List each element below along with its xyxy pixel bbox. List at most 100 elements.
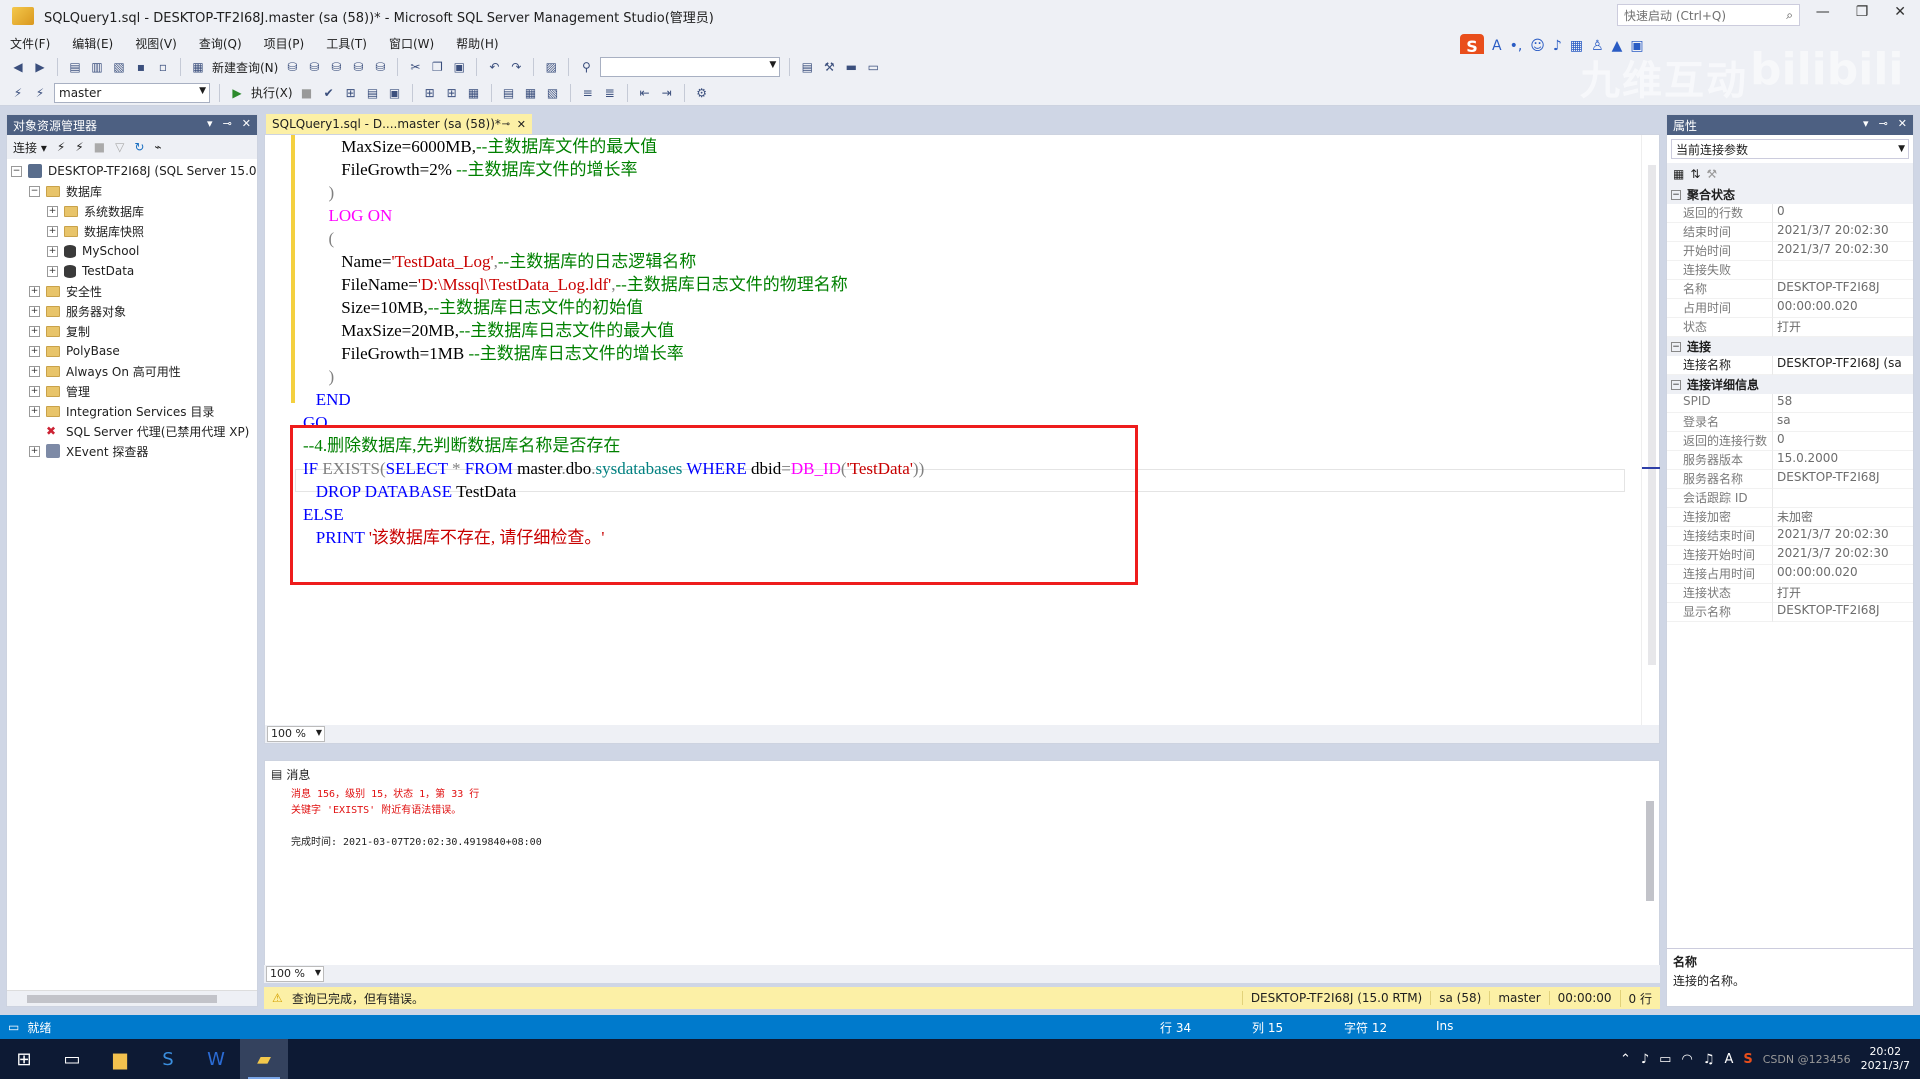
execute-button[interactable]: 执行(X) bbox=[251, 84, 293, 101]
tree-node-always-on[interactable]: + Always On 高可用性 bbox=[11, 361, 257, 381]
ime-grid-icon[interactable]: ▣ bbox=[1630, 38, 1643, 54]
dropdown-icon[interactable]: ▾ bbox=[1863, 117, 1869, 130]
tree-node-integration[interactable]: + Integration Services 目录 bbox=[11, 401, 257, 421]
category-aggregate-status[interactable]: − 聚合状态 bbox=[1667, 185, 1913, 204]
expand-icon[interactable]: + bbox=[47, 265, 58, 277]
save-icon[interactable]: ▪ bbox=[133, 59, 149, 75]
collapse-icon[interactable]: − bbox=[11, 165, 22, 177]
ime-mic-icon[interactable]: ♪ bbox=[1553, 38, 1562, 54]
estimated-plan-icon[interactable]: ⊞ bbox=[343, 85, 359, 101]
forward-icon[interactable]: ▶ bbox=[32, 59, 48, 75]
expand-icon[interactable]: + bbox=[47, 225, 58, 237]
close-icon[interactable]: ✕ bbox=[1898, 117, 1907, 130]
tree-node-server-objects[interactable]: + 服务器对象 bbox=[11, 301, 257, 321]
properties-icon[interactable]: ⚒ bbox=[821, 59, 837, 75]
expand-icon[interactable]: + bbox=[29, 445, 40, 457]
menu-help[interactable]: 帮助(H) bbox=[456, 35, 498, 52]
expand-icon[interactable]: + bbox=[47, 245, 58, 257]
tree-node-snapshots[interactable]: + 数据库快照 bbox=[11, 221, 257, 241]
tree-node-system-dbs[interactable]: + 系统数据库 bbox=[11, 201, 257, 221]
battery-icon[interactable]: ▭ bbox=[1659, 1052, 1671, 1067]
menu-view[interactable]: 视图(V) bbox=[135, 35, 177, 52]
scrollbar-thumb[interactable] bbox=[27, 995, 217, 1003]
results-file-icon[interactable]: ▧ bbox=[545, 85, 561, 101]
menu-window[interactable]: 窗口(W) bbox=[389, 35, 434, 52]
expand-icon[interactable]: + bbox=[29, 365, 40, 377]
pin-icon[interactable]: ⊸ bbox=[223, 117, 232, 130]
clock[interactable]: 20:02 2021/3/7 bbox=[1861, 1045, 1910, 1073]
menu-project[interactable]: 项目(P) bbox=[264, 35, 305, 52]
network-icon[interactable]: ◠ bbox=[1681, 1052, 1692, 1067]
filter-icon[interactable]: ▽ bbox=[115, 140, 124, 154]
close-tab-icon[interactable]: ✕ bbox=[517, 118, 526, 131]
ssms-taskbar-icon[interactable]: ▰ bbox=[240, 1039, 288, 1079]
property-row[interactable]: 连接失败 bbox=[1667, 261, 1913, 280]
new-project-icon[interactable]: ▤ bbox=[67, 59, 83, 75]
change-connection-icon[interactable]: ⚡ bbox=[32, 85, 48, 101]
property-row[interactable]: 服务器版本 15.0.2000 bbox=[1667, 451, 1913, 470]
categorized-icon[interactable]: ▦ bbox=[1673, 167, 1684, 181]
word-icon[interactable]: W bbox=[192, 1039, 240, 1079]
property-row[interactable]: 名称 DESKTOP-TF2I68J bbox=[1667, 280, 1913, 299]
refresh-icon[interactable]: ↻ bbox=[134, 140, 144, 154]
find-combo[interactable]: ▼ bbox=[600, 57, 781, 77]
solution-explorer-icon[interactable]: ▤ bbox=[799, 59, 815, 75]
vertical-scrollbar[interactable] bbox=[1641, 135, 1660, 741]
redo-icon[interactable]: ↷ bbox=[508, 59, 524, 75]
query-options-icon[interactable]: ▣ bbox=[387, 85, 403, 101]
vertical-scrollbar[interactable] bbox=[1641, 785, 1659, 981]
ime-keyboard-icon[interactable]: ▦ bbox=[1570, 38, 1583, 54]
activity-monitor-icon[interactable]: ▨ bbox=[543, 59, 559, 75]
pin-icon[interactable]: ⊸ bbox=[502, 119, 510, 130]
tree-node-management[interactable]: + 管理 bbox=[11, 381, 257, 401]
property-row[interactable]: 连接加密 未加密 bbox=[1667, 508, 1913, 527]
ime-lang-icon[interactable]: A bbox=[1492, 38, 1502, 54]
category-connection[interactable]: − 连接 bbox=[1667, 337, 1913, 356]
menu-query[interactable]: 查询(Q) bbox=[199, 35, 242, 52]
sogou-browser-icon[interactable]: S bbox=[144, 1039, 192, 1079]
new-query-icon[interactable]: ▦ bbox=[190, 59, 206, 75]
scrollbar-thumb[interactable] bbox=[1648, 165, 1656, 665]
intellisense-icon[interactable]: ▤ bbox=[365, 85, 381, 101]
stop-icon[interactable]: ■ bbox=[94, 140, 105, 154]
disconnect-icon[interactable]: ⚡ bbox=[75, 140, 83, 154]
copy-icon[interactable]: ❐ bbox=[429, 59, 445, 75]
sogou-tray-icon[interactable]: S bbox=[1743, 1052, 1752, 1067]
scrollbar-thumb[interactable] bbox=[1646, 801, 1654, 901]
collapse-icon[interactable]: − bbox=[1671, 379, 1681, 390]
volume-icon[interactable]: ♫ bbox=[1703, 1052, 1715, 1067]
property-row[interactable]: 结束时间 2021/3/7 20:02:30 bbox=[1667, 223, 1913, 242]
xmla-query-icon[interactable]: ⛁ bbox=[350, 59, 366, 75]
alphabetical-icon[interactable]: ⇅ bbox=[1690, 167, 1700, 181]
menu-edit[interactable]: 编辑(E) bbox=[72, 35, 113, 52]
dax-query-icon[interactable]: ⛁ bbox=[372, 59, 388, 75]
horizontal-scrollbar[interactable] bbox=[7, 990, 257, 1006]
expand-icon[interactable]: + bbox=[29, 385, 40, 397]
tab-messages[interactable]: ▤ 消息 bbox=[271, 765, 310, 783]
add-item-icon[interactable]: ▥ bbox=[89, 59, 105, 75]
save-all-icon[interactable]: ▫ bbox=[155, 59, 171, 75]
property-row[interactable]: 状态 打开 bbox=[1667, 318, 1913, 337]
property-row[interactable]: 连接状态 打开 bbox=[1667, 584, 1913, 603]
minimize-icon[interactable]: — bbox=[1816, 4, 1830, 20]
start-icon[interactable]: ⊞ bbox=[0, 1039, 48, 1079]
increase-indent-icon[interactable]: ⇥ bbox=[659, 85, 675, 101]
ime-punct-icon[interactable]: •, bbox=[1510, 38, 1523, 54]
menu-file[interactable]: 文件(F) bbox=[10, 35, 50, 52]
toolbox-icon[interactable]: ▬ bbox=[843, 59, 859, 75]
property-row[interactable]: 服务器名称 DESKTOP-TF2I68J bbox=[1667, 470, 1913, 489]
expand-icon[interactable]: + bbox=[29, 345, 40, 357]
expand-icon[interactable]: + bbox=[29, 305, 40, 317]
ime-emoji-icon[interactable]: ☺ bbox=[1530, 38, 1545, 54]
collapse-icon[interactable]: − bbox=[1671, 341, 1681, 352]
decrease-indent-icon[interactable]: ⇤ bbox=[637, 85, 653, 101]
chevron-up-icon[interactable]: ⌃ bbox=[1620, 1052, 1631, 1067]
microphone-icon[interactable]: ♪ bbox=[1641, 1052, 1649, 1067]
tree-node-myschool[interactable]: + MySchool bbox=[11, 241, 257, 261]
property-row[interactable]: 连接结束时间 2021/3/7 20:02:30 bbox=[1667, 527, 1913, 546]
expand-icon[interactable]: + bbox=[29, 285, 40, 297]
menu-tools[interactable]: 工具(T) bbox=[326, 35, 367, 52]
property-row[interactable]: 会话跟踪 ID bbox=[1667, 489, 1913, 508]
tree-node-server[interactable]: − DESKTOP-TF2I68J (SQL Server 15.0 bbox=[11, 161, 257, 181]
collapse-icon[interactable]: − bbox=[1671, 189, 1681, 200]
